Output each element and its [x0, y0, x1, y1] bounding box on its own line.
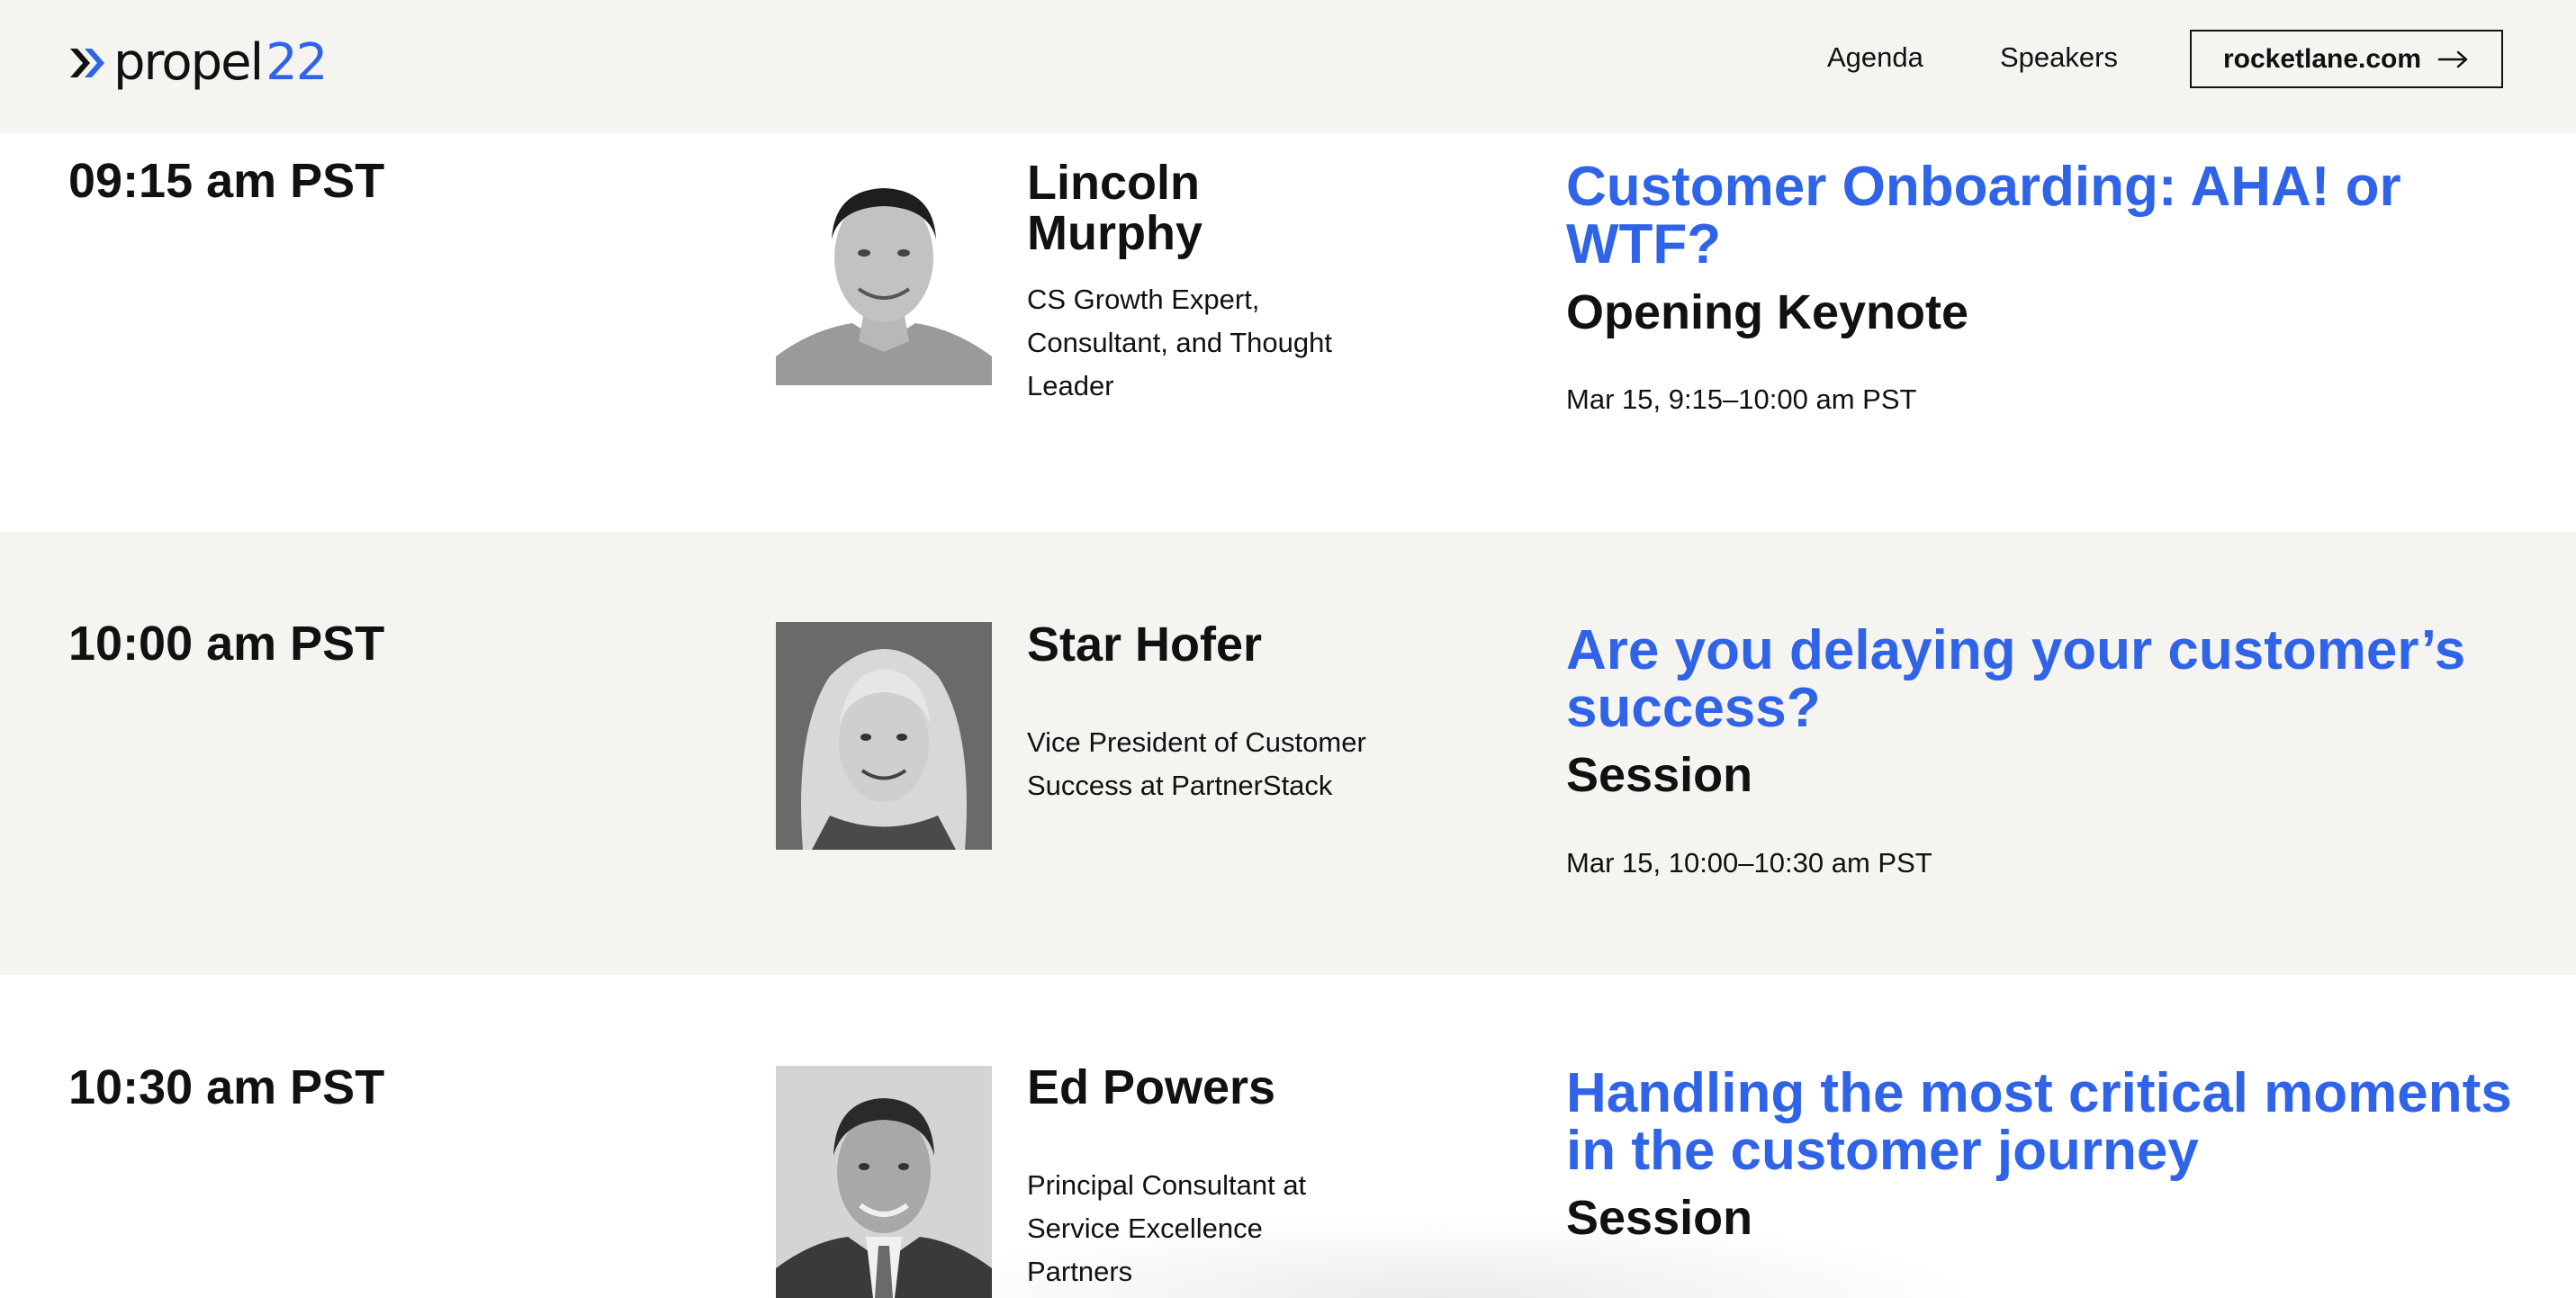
cta-label: rocketlane.com — [2222, 43, 2422, 74]
agenda-row: 10:00 am PST Star Hofer Vice President o… — [0, 532, 2576, 975]
agenda-row: 10:30 am PST Ed Powers Principal Consult… — [0, 975, 2576, 1298]
nav-speakers-link[interactable]: Speakers — [2000, 41, 2118, 74]
session-title-link[interactable]: Are you delaying your customer’s success… — [1566, 622, 2520, 737]
logo-number: 22 — [266, 33, 328, 92]
agenda-page: propel 22 Agenda Speakers rocketlane.com… — [0, 0, 2576, 1298]
site-header: propel 22 Agenda Speakers rocketlane.com — [0, 0, 2576, 133]
session-time: 10:30 am PST — [68, 1060, 385, 1114]
speaker-portrait — [776, 622, 992, 850]
speaker-role: CS Growth Expert, Consultant, and Though… — [1027, 284, 1332, 401]
session-date: Mar 15, 9:15–10:00 am PST — [1566, 383, 1917, 415]
speaker-photo — [776, 622, 992, 850]
speaker-name: Lincoln Murphy — [1027, 156, 1202, 260]
session-date: Mar 15, 10:00–10:30 am PST — [1566, 847, 1932, 879]
session-type: Opening Keynote — [1566, 285, 1969, 339]
speaker-portrait — [776, 163, 992, 385]
double-chevron-icon — [70, 49, 104, 77]
session-time: 10:00 am PST — [68, 617, 385, 671]
speaker-photo — [776, 163, 992, 385]
speaker-name: Ed Powers — [1027, 1060, 1276, 1114]
propel22-logo[interactable]: propel 22 — [68, 27, 328, 99]
session-type: Session — [1566, 1191, 1753, 1245]
arrow-right-icon — [2437, 50, 2468, 68]
speaker-name: Star Hofer — [1027, 617, 1263, 672]
session-type: Session — [1566, 748, 1753, 802]
nav-agenda-link[interactable]: Agenda — [1827, 41, 1923, 74]
session-title-link[interactable]: Handling the most critical moments in th… — [1566, 1065, 2520, 1180]
speaker-portrait — [776, 1066, 992, 1298]
agenda-row: 09:15 am PST Lincoln Murphy CS Growth Ex… — [0, 133, 2576, 532]
speaker-photo — [776, 1066, 992, 1298]
speaker-role: Principal Consultant at Service Excellen… — [1027, 1169, 1307, 1287]
session-time: 09:15 am PST — [68, 154, 385, 208]
session-title-link[interactable]: Customer Onboarding: AHA! or WTF? — [1566, 158, 2520, 274]
rocketlane-link-button[interactable]: rocketlane.com — [2190, 30, 2503, 88]
logo-word: propel — [113, 33, 264, 92]
speaker-role: Vice President of Customer Success at Pa… — [1027, 726, 1366, 801]
